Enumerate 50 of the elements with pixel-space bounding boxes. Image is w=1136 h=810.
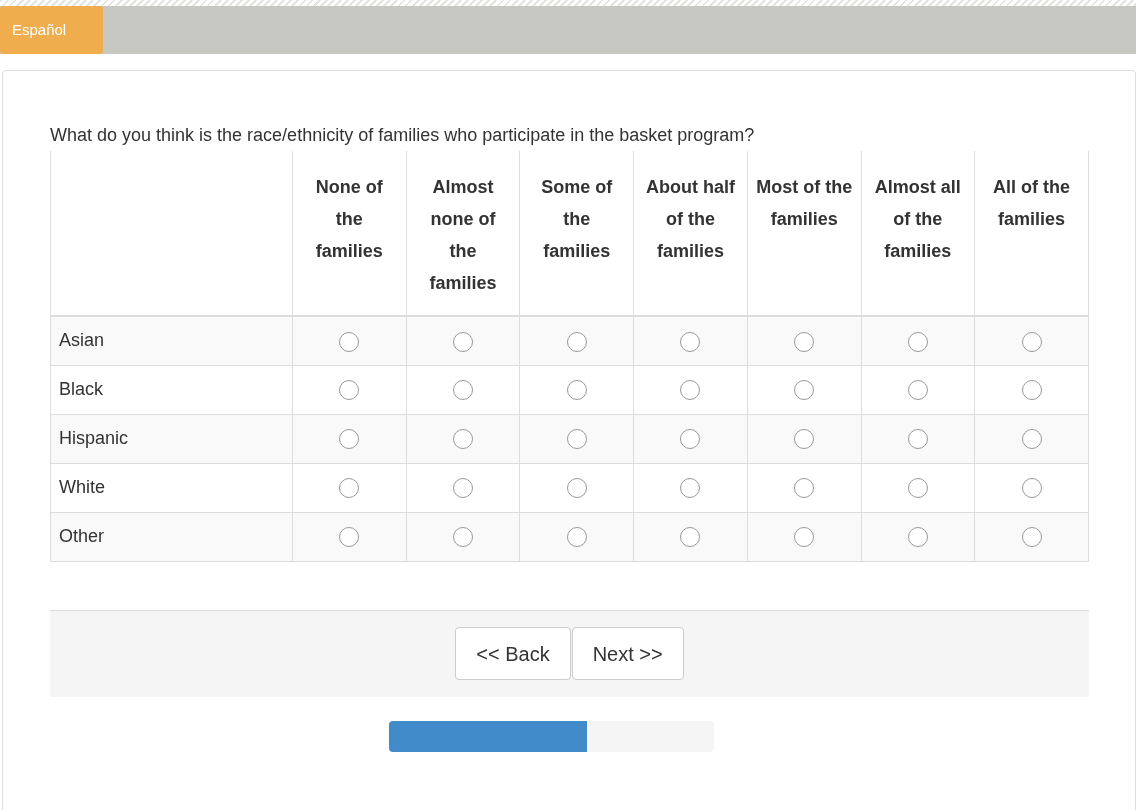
radio-button[interactable]	[1021, 527, 1042, 548]
radio-button[interactable]	[794, 478, 815, 499]
radio-button[interactable]	[566, 429, 587, 450]
radio-button[interactable]	[566, 331, 587, 352]
radio-button[interactable]	[907, 478, 928, 499]
radio-button[interactable]	[907, 380, 928, 401]
radio-button[interactable]	[339, 429, 360, 450]
column-header: None of the families	[315, 177, 383, 261]
radio-button[interactable]	[794, 429, 815, 450]
column-header: About half of the families	[645, 177, 735, 261]
radio-button[interactable]	[453, 380, 474, 401]
radio-button[interactable]	[680, 380, 701, 401]
column-header: Almost none of the families	[429, 177, 497, 293]
radio-button[interactable]	[680, 527, 701, 548]
row-label: White	[59, 477, 105, 497]
radio-button[interactable]	[1021, 331, 1042, 352]
radio-button[interactable]	[1021, 478, 1042, 499]
radio-button[interactable]	[339, 527, 360, 548]
column-header: Most of the families	[756, 177, 853, 229]
radio-button[interactable]	[907, 527, 928, 548]
radio-button[interactable]	[566, 527, 587, 548]
radio-button[interactable]	[453, 331, 474, 352]
radio-button[interactable]	[453, 478, 474, 499]
radio-button[interactable]	[339, 331, 360, 352]
radio-button[interactable]	[453, 429, 474, 450]
radio-button[interactable]	[1021, 380, 1042, 401]
radio-button[interactable]	[680, 429, 701, 450]
radio-button[interactable]	[680, 331, 701, 352]
radio-button[interactable]	[907, 429, 928, 450]
radio-button[interactable]	[794, 331, 815, 352]
row-label: Other	[59, 526, 105, 546]
radio-button[interactable]	[907, 331, 928, 352]
radio-button[interactable]	[566, 478, 587, 499]
question-text: What do you think is the race/ethnicity of families who participate in the basket program?	[50, 124, 756, 147]
row-label: Black	[59, 379, 103, 399]
next-button[interactable]: Next >>	[571, 627, 684, 680]
back-button[interactable]: << Back	[455, 627, 571, 680]
radio-button[interactable]	[453, 527, 474, 548]
radio-button[interactable]	[1021, 429, 1042, 450]
column-header: All of the families	[993, 177, 1071, 229]
radio-button[interactable]	[794, 380, 815, 401]
radio-button[interactable]	[339, 478, 360, 499]
column-header: Some of the families	[541, 177, 613, 261]
radio-button[interactable]	[339, 380, 360, 401]
radio-button[interactable]	[794, 527, 815, 548]
radio-button[interactable]	[566, 380, 587, 401]
column-header: Almost all of the families	[874, 177, 961, 261]
row-label: Hispanic	[59, 428, 129, 448]
radio-button[interactable]	[680, 478, 701, 499]
row-label: Asian	[59, 330, 105, 351]
